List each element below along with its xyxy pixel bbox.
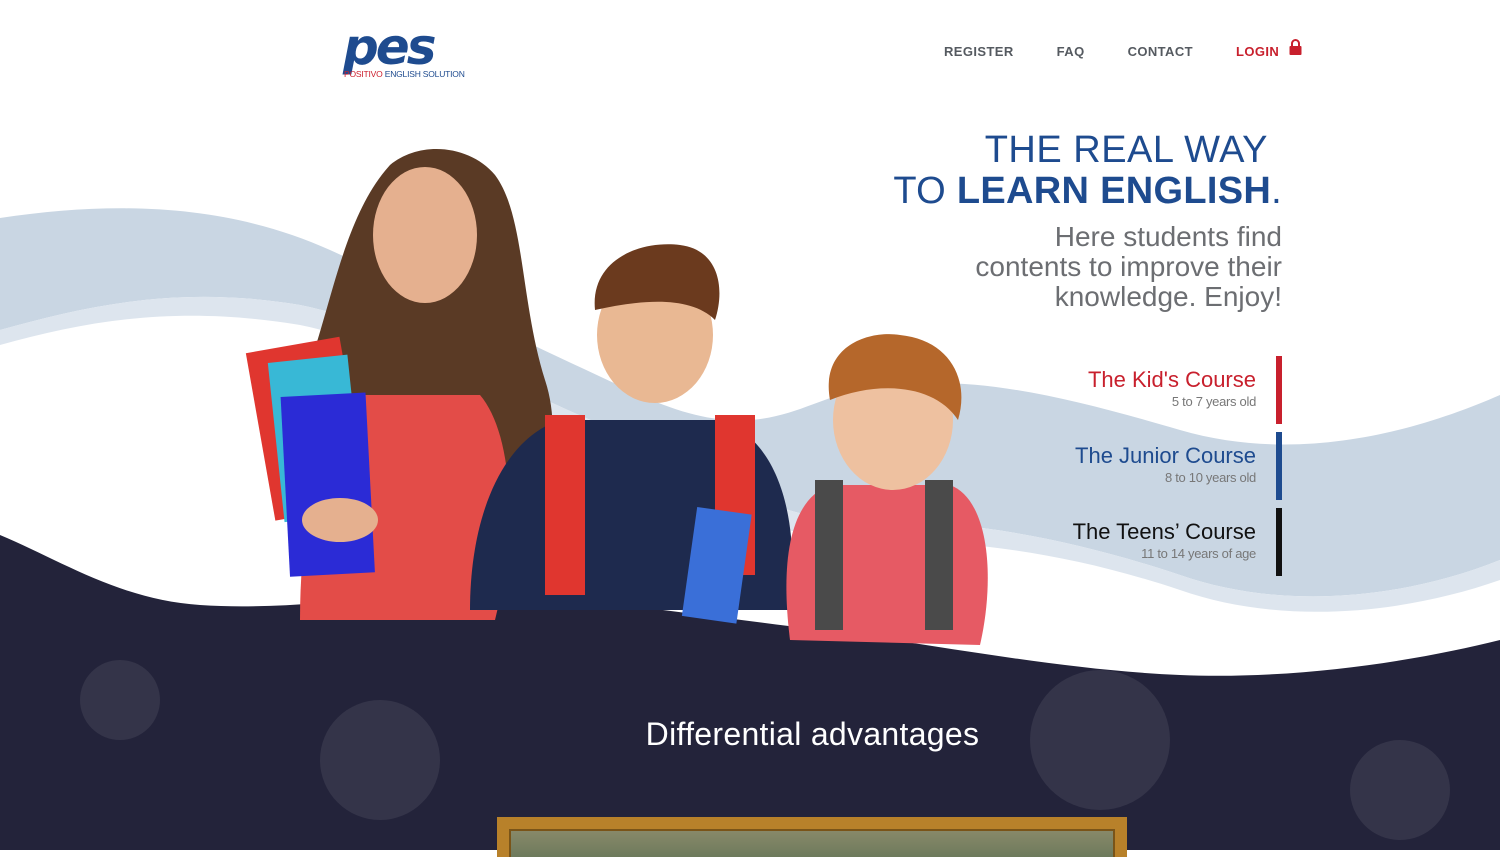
logo-tagline: POSITIVO ENGLISH SOLUTION <box>344 69 465 79</box>
nav-faq-link[interactable]: FAQ <box>1057 44 1085 59</box>
course-list: The Kid's Course 5 to 7 years old The Ju… <box>1040 356 1282 584</box>
course-age: 5 to 7 years old <box>1171 394 1256 409</box>
course-title: The Teens’ Course <box>1072 519 1256 544</box>
frame-inner <box>509 829 1115 857</box>
nav-login-label: LOGIN <box>1235 44 1280 59</box>
course-title: The Kid's Course <box>1087 367 1256 392</box>
hero-title-line1: THE REAL WAY <box>984 129 1268 171</box>
logo[interactable]: pes POSITIVO ENGLISH SOLUTION <box>343 22 483 82</box>
main-nav: REGISTER FAQ CONTACT LOGIN <box>944 39 1302 59</box>
logo-mark: pes <box>343 18 436 76</box>
hero-subtitle: Here students find contents to improve t… <box>975 221 1282 312</box>
course-item-junior[interactable]: The Junior Course 8 to 10 years old <box>1040 432 1282 500</box>
course-color-bar <box>1276 356 1282 424</box>
student-kid-image <box>786 334 988 645</box>
section-title: Differential advantages <box>645 716 980 752</box>
lock-icon <box>1289 39 1302 58</box>
course-item-kids[interactable]: The Kid's Course 5 to 7 years old <box>1040 356 1282 424</box>
course-item-teens[interactable]: The Teens’ Course 11 to 14 years of age <box>1040 508 1282 576</box>
course-age: 8 to 10 years old <box>1164 470 1256 485</box>
course-color-bar <box>1276 508 1282 576</box>
nav-login-link[interactable]: LOGIN <box>1235 39 1302 59</box>
nav-contact-link[interactable]: CONTACT <box>1128 44 1193 59</box>
hero-headline: THE REAL WAY TO LEARN ENGLISH. Here stud… <box>893 130 1282 312</box>
course-title: The Junior Course <box>1075 443 1256 468</box>
course-color-bar <box>1276 432 1282 500</box>
advantages-image-frame <box>497 817 1127 857</box>
hero-title-line2: TO LEARN ENGLISH. <box>893 170 1282 212</box>
course-age: 11 to 14 years of age <box>1141 546 1256 561</box>
nav-register-link[interactable]: REGISTER <box>944 44 1014 59</box>
